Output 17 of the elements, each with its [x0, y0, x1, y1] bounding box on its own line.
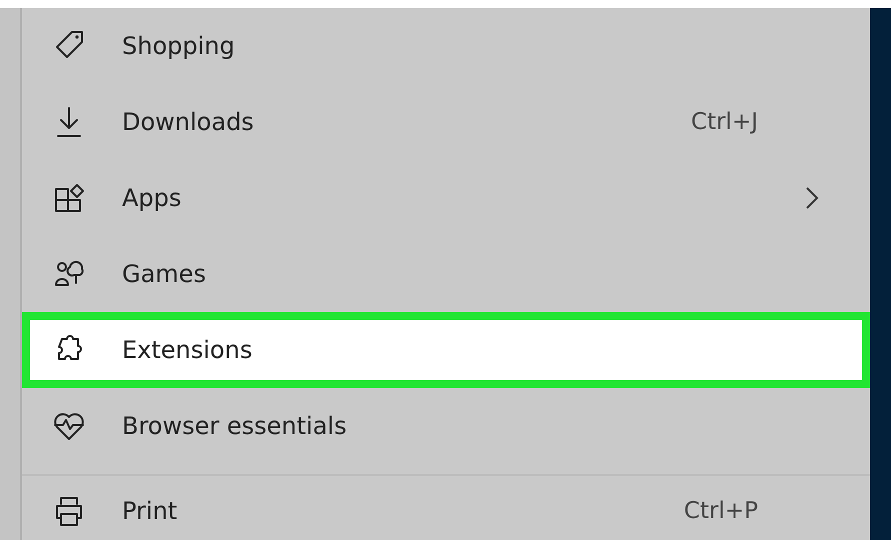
menu-item-label: Browser essentials [122, 411, 348, 442]
menu-item-label: Print [122, 496, 178, 527]
menu-item-label: Shopping [122, 31, 236, 62]
menu-item[interactable]: Extensions [22, 312, 870, 388]
menu-item[interactable]: Print Ctrl+P [22, 476, 870, 540]
menu-item[interactable]: Downloads Ctrl+J [22, 84, 870, 160]
menu-item-label: Apps [122, 183, 182, 214]
keyboard-shortcut: Ctrl+P [684, 496, 758, 526]
menu-item-label: Downloads [122, 107, 255, 138]
menu-item[interactable]: Apps [22, 160, 870, 236]
menu-item[interactable]: Games [22, 236, 870, 312]
apps-icon [52, 181, 86, 215]
keyboard-shortcut: Ctrl+J [691, 108, 758, 137]
menu-item[interactable]: Browser essentials [22, 388, 870, 464]
menu-item[interactable]: Shopping [22, 8, 870, 84]
menu-item-label: Games [122, 259, 207, 290]
menu-item-label: Extensions [122, 335, 254, 366]
